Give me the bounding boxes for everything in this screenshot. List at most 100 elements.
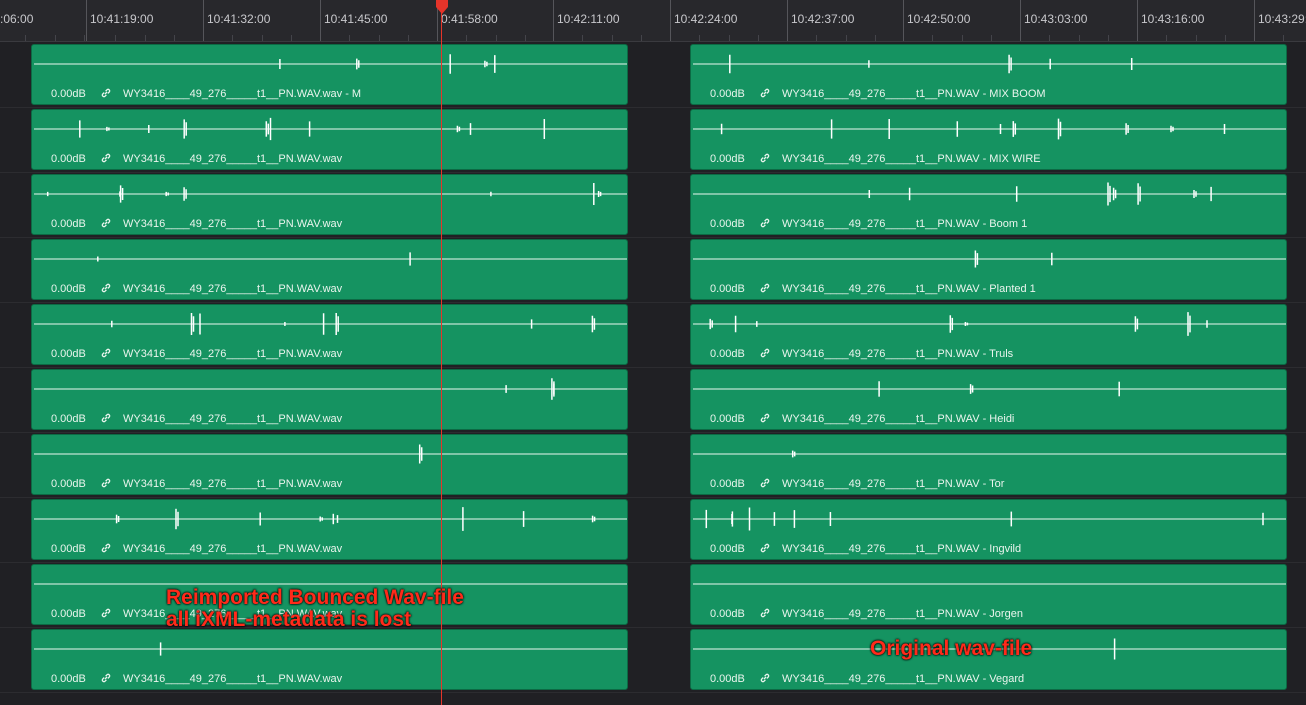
link-icon[interactable] [759, 347, 771, 359]
clip-name: WY3416____49_276_____t1__PN.WAV - MIX BO… [782, 88, 1046, 100]
waveform [693, 450, 1286, 458]
waveform-area [691, 110, 1286, 148]
ruler-minor-tick [261, 35, 263, 41]
audio-clip-left[interactable]: 0.00dB WY3416____49_276_____t1__PN.WAV.wa… [31, 44, 628, 105]
audio-clip-right[interactable]: 0.00dB WY3416____49_276_____t1__PN.WAV - … [690, 369, 1287, 430]
audio-clip-left[interactable]: 0.00dB WY3416____49_276_____t1__PN.WAV.wa… [31, 174, 628, 235]
annotation-reimported-line2: all iXML-metadata is lost [166, 608, 412, 631]
waveform-area [32, 240, 627, 278]
audio-clip-right[interactable]: 0.00dB WY3416____49_276_____t1__PN.WAV - … [690, 499, 1287, 560]
audio-clip-right[interactable]: 0.00dB WY3416____49_276_____t1__PN.WAV - … [690, 44, 1287, 105]
waveform-area [691, 45, 1286, 83]
clip-name: WY3416____49_276_____t1__PN.WAV - Heidi [782, 413, 1015, 425]
timeline-ruler[interactable]: :06:00 10:41:19:00 10:41:32:00 10:41:45:00 0… [0, 0, 1306, 42]
waveform [693, 583, 1286, 585]
clip-volume: 0.00dB [51, 348, 86, 360]
clip-name: WY3416____49_276_____t1__PN.WAV.wav [123, 218, 343, 230]
link-icon[interactable] [759, 542, 771, 554]
waveform-area [32, 305, 627, 343]
waveform-area [32, 500, 627, 538]
clip-name: WY3416____49_276_____t1__PN.WAV - Plante… [782, 283, 1036, 295]
audio-clip-left[interactable]: 0.00dB WY3416____49_276_____t1__PN.WAV.wa… [31, 304, 628, 365]
link-icon[interactable] [759, 412, 771, 424]
ruler-minor-tick [1195, 35, 1197, 41]
waveform [34, 507, 627, 531]
audio-clip-left[interactable]: 0.00dB WY3416____49_276_____t1__PN.WAV.wa… [31, 239, 628, 300]
ruler-tick-label: 10:43:29: [1258, 12, 1306, 26]
ruler-minor-tick [757, 35, 759, 41]
link-icon[interactable] [759, 672, 771, 684]
audio-clip-left[interactable]: 0.00dB WY3416____49_276_____t1__PN.WAV.wa… [31, 369, 628, 430]
track-lane: 0.00dB WY3416____49_276_____t1__PN.WAV.wa… [0, 172, 1306, 238]
waveform [34, 378, 627, 400]
ruler-minor-tick [54, 35, 56, 41]
waveform-area [691, 175, 1286, 213]
link-icon[interactable] [100, 87, 112, 99]
audio-clip-left[interactable]: 0.00dB WY3416____49_276_____t1__PN.WAV.wa… [31, 109, 628, 170]
ruler-minor-tick [845, 35, 847, 41]
audio-clip-right[interactable]: 0.00dB WY3416____49_276_____t1__PN.WAV - … [690, 239, 1287, 300]
ruler-minor-tick [1107, 35, 1109, 41]
clip-volume: 0.00dB [51, 543, 86, 555]
audio-clip-right[interactable]: 0.00dB WY3416____49_276_____t1__PN.WAV - … [690, 109, 1287, 170]
ruler-tick: 10:43:03:00 [1020, 0, 1087, 41]
clip-name: WY3416____49_276_____t1__PN.WAV.wav [123, 283, 343, 295]
clip-volume: 0.00dB [710, 478, 745, 490]
clip-volume: 0.00dB [51, 478, 86, 490]
ruler-tick-label: 10:41:32:00 [207, 12, 271, 26]
clip-volume: 0.00dB [51, 673, 86, 685]
waveform [34, 117, 627, 141]
link-icon[interactable] [759, 282, 771, 294]
link-icon[interactable] [100, 672, 112, 684]
link-icon[interactable] [100, 412, 112, 424]
link-icon[interactable] [100, 607, 112, 619]
link-icon[interactable] [100, 152, 112, 164]
ruler-tick: 10:42:50:00 [903, 0, 970, 41]
ruler-tick: 10:41:45:00 [320, 0, 387, 41]
waveform-area [32, 435, 627, 473]
clip-volume: 0.00dB [710, 413, 745, 425]
waveform [34, 183, 627, 205]
audio-clip-right[interactable]: 0.00dB WY3416____49_276_____t1__PN.WAV - … [690, 174, 1287, 235]
link-icon[interactable] [100, 282, 112, 294]
ruler-tick: 10:43:16:00 [1137, 0, 1204, 41]
track-lane: 0.00dB WY3416____49_276_____t1__PN.WAV.wa… [0, 237, 1306, 303]
clip-volume: 0.00dB [710, 608, 745, 620]
link-icon[interactable] [100, 217, 112, 229]
waveform-area [691, 370, 1286, 408]
clip-name: WY3416____49_276_____t1__PN.WAV.wav [123, 153, 343, 165]
clip-volume: 0.00dB [51, 608, 86, 620]
link-icon[interactable] [100, 347, 112, 359]
ruler-minor-tick [1049, 35, 1051, 41]
link-icon[interactable] [759, 87, 771, 99]
track-lane: 0.00dB WY3416____49_276_____t1__PN.WAV.wa… [0, 497, 1306, 563]
ruler-tick-label: 10:42:11:00 [557, 12, 620, 26]
ruler-minor-tick [816, 35, 818, 41]
annotation-reimported-line1: Reimported Bounced Wav-file [166, 586, 464, 609]
audio-clip-right[interactable]: 0.00dB WY3416____49_276_____t1__PN.WAV - … [690, 564, 1287, 625]
clip-volume: 0.00dB [710, 543, 745, 555]
ruler-minor-tick [1078, 35, 1080, 41]
link-icon[interactable] [759, 152, 771, 164]
audio-clip-left[interactable]: 0.00dB WY3416____49_276_____t1__PN.WAV.wa… [31, 629, 628, 690]
audio-clip-right[interactable]: 0.00dB WY3416____49_276_____t1__PN.WAV - … [690, 434, 1287, 495]
waveform [693, 507, 1286, 531]
audio-clip-right[interactable]: 0.00dB WY3416____49_276_____t1__PN.WAV - … [690, 304, 1287, 365]
clip-volume: 0.00dB [51, 153, 86, 165]
ruler-minor-tick [115, 35, 117, 41]
link-icon[interactable] [759, 477, 771, 489]
track-lane: 0.00dB WY3416____49_276_____t1__PN.WAV.wa… [0, 302, 1306, 368]
clip-name: WY3416____49_276_____t1__PN.WAV.wav [123, 478, 343, 490]
link-icon[interactable] [100, 477, 112, 489]
ruler-minor-tick [699, 35, 701, 41]
link-icon[interactable] [100, 542, 112, 554]
ruler-minor-tick [728, 35, 730, 41]
ruler-minor-tick [932, 35, 934, 41]
audio-clip-left[interactable]: 0.00dB WY3416____49_276_____t1__PN.WAV.wa… [31, 434, 628, 495]
clip-name: WY3416____49_276_____t1__PN.WAV - Tor [782, 478, 1005, 490]
playhead-marker-icon[interactable] [434, 0, 450, 14]
audio-clip-left[interactable]: 0.00dB WY3416____49_276_____t1__PN.WAV.wa… [31, 499, 628, 560]
link-icon[interactable] [759, 607, 771, 619]
clip-volume: 0.00dB [51, 283, 86, 295]
link-icon[interactable] [759, 217, 771, 229]
